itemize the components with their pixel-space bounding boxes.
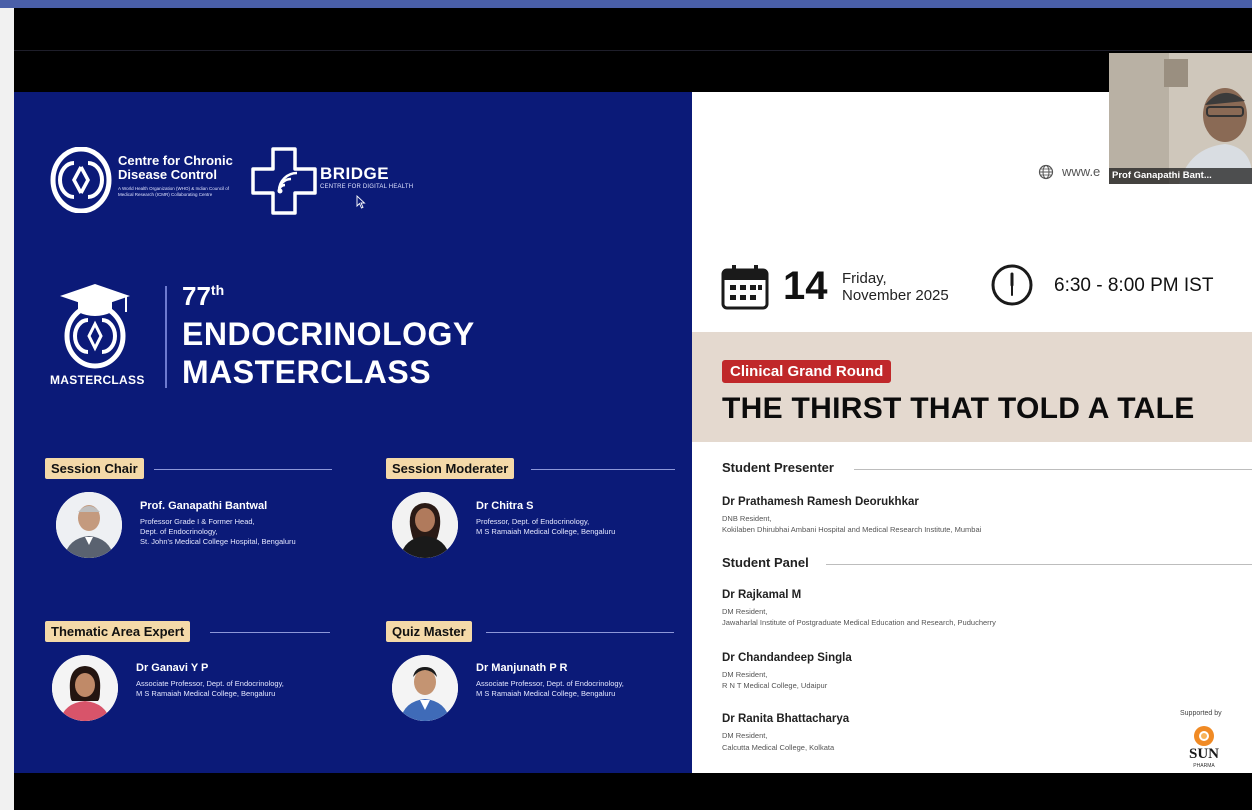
- globe-icon: [1038, 164, 1054, 180]
- sun-pharma-logo: SUN PHARMA: [1184, 722, 1224, 773]
- avatar: [392, 492, 458, 558]
- person-desc-2: M S Ramaiah Medical College, Bengaluru: [476, 527, 616, 536]
- panel-member-desc-2: Jawaharlal Institute of Postgraduate Med…: [722, 618, 996, 627]
- masterclass-logo-icon: [60, 284, 130, 369]
- person-name: Prof. Ganapathi Bantwal: [140, 500, 268, 512]
- avatar: [392, 655, 458, 721]
- slide-left-panel: Centre for Chronic Disease Control A Wor…: [14, 92, 692, 773]
- panel-member-desc-2: R N T Medical College, Udaipur: [722, 681, 828, 690]
- ccdc-logo-icon: [50, 147, 112, 213]
- person-desc-1: Associate Professor, Dept. of Endocrinol…: [136, 679, 284, 688]
- panel-member-desc-2: Calcutta Medical College, Kolkata: [722, 743, 835, 752]
- divider: [14, 50, 1252, 51]
- event-month-year: November 2025: [842, 287, 949, 304]
- panel-member-name: Dr Chandandeep Singla: [722, 652, 852, 664]
- bridge-cross-icon: [251, 147, 317, 215]
- divider: [210, 632, 330, 633]
- person-desc-1: Professor, Dept. of Endocrinology,: [476, 517, 590, 526]
- mouse-cursor-icon: [356, 195, 366, 209]
- person-name: Dr Manjunath P R: [476, 662, 568, 674]
- role-tag-thematic-area-expert: Thematic Area Expert: [45, 621, 191, 642]
- sponsor-name: SUN: [1188, 746, 1219, 762]
- event-url: www.e: [1062, 164, 1101, 179]
- role-tag-session-chair: Session Chair: [45, 458, 144, 479]
- screen-share-top-band: [14, 8, 1252, 92]
- event-time: 6:30 - 8:00 PM IST: [1054, 275, 1214, 296]
- person-desc-1: Professor Grade I & Former Head,: [140, 517, 255, 526]
- student-panel-heading: Student Panel: [722, 555, 809, 570]
- person-desc-2: M S Ramaiah Medical College, Bengaluru: [476, 689, 616, 698]
- role-tag-quiz-master: Quiz Master: [386, 621, 472, 642]
- presenter-name: Dr Prathamesh Ramesh Deorukhkar: [722, 496, 919, 508]
- panel-member-desc-1: DM Resident,: [722, 731, 768, 740]
- calendar-icon: [721, 265, 769, 310]
- divider: [531, 469, 675, 470]
- talk-title: THE THIRST THAT TOLD A TALE: [722, 392, 1195, 425]
- avatar: [52, 655, 118, 721]
- window-top-bar: [0, 0, 1252, 8]
- ccdc-name: Centre for Chronic Disease Control: [118, 153, 233, 182]
- student-presenter-heading: Student Presenter: [722, 460, 834, 475]
- presenter-desc-1: DNB Resident,: [722, 514, 772, 523]
- participant-name-label: Prof Ganapathi Bant...: [1109, 168, 1252, 184]
- person-name: Dr Ganavi Y P: [136, 662, 209, 674]
- masterclass-logo-label: MASTERCLASS: [50, 373, 145, 387]
- divider: [854, 469, 1252, 470]
- masterclass-number: 77th: [182, 281, 224, 312]
- event-date-number: 14: [783, 264, 828, 308]
- presenter-desc-2: Kokilaben Dhirubhai Ambani Hospital and …: [722, 525, 982, 534]
- bridge-name: BRIDGE: [320, 164, 390, 183]
- supported-by-label: Supported by: [1180, 710, 1222, 717]
- divider: [165, 286, 167, 388]
- person-desc-3: St. John's Medical College Hospital, Ben…: [140, 537, 296, 546]
- bridge-subtitle: CENTRE FOR DIGITAL HEALTH: [320, 184, 414, 190]
- ccdc-subtitle: A World Health Organization (WHO) & Indi…: [118, 186, 229, 197]
- role-tag-session-moderator: Session Moderater: [386, 458, 515, 479]
- masterclass-title-line2: MASTERCLASS: [182, 354, 432, 390]
- screen-share-bottom-band: [14, 773, 1252, 810]
- event-day: Friday,: [842, 270, 887, 287]
- divider: [486, 632, 674, 633]
- masterclass-title-line1: ENDOCRINOLOGY: [182, 316, 475, 352]
- avatar: [56, 492, 122, 558]
- panel-member-desc-1: DM Resident,: [722, 607, 768, 616]
- event-date-text: Friday, November 2025: [842, 270, 949, 304]
- divider: [826, 564, 1252, 565]
- panel-member-name: Dr Ranita Bhattacharya: [722, 713, 850, 725]
- masterclass-number-suffix: th: [210, 282, 225, 298]
- participant-video-tile[interactable]: [1109, 53, 1252, 184]
- person-desc-1: Associate Professor, Dept. of Endocrinol…: [476, 679, 624, 688]
- panel-member-desc-1: DM Resident,: [722, 670, 768, 679]
- clinical-grand-round-tag: Clinical Grand Round: [722, 360, 892, 383]
- person-name: Dr Chitra S: [476, 500, 534, 512]
- masterclass-number-value: 77: [182, 281, 211, 311]
- person-desc-2: Dept. of Endocrinology,: [140, 527, 218, 536]
- person-desc-2: M S Ramaiah Medical College, Bengaluru: [136, 689, 276, 698]
- sponsor-sub: PHARMA: [1193, 763, 1215, 769]
- panel-member-name: Dr Rajkamal M: [722, 589, 802, 601]
- slide-right-panel: www.e 14 Friday, November 2025 6:30 - 8:…: [692, 92, 1252, 773]
- divider: [154, 469, 332, 470]
- left-edge: [0, 8, 14, 810]
- clock-icon: [991, 264, 1033, 306]
